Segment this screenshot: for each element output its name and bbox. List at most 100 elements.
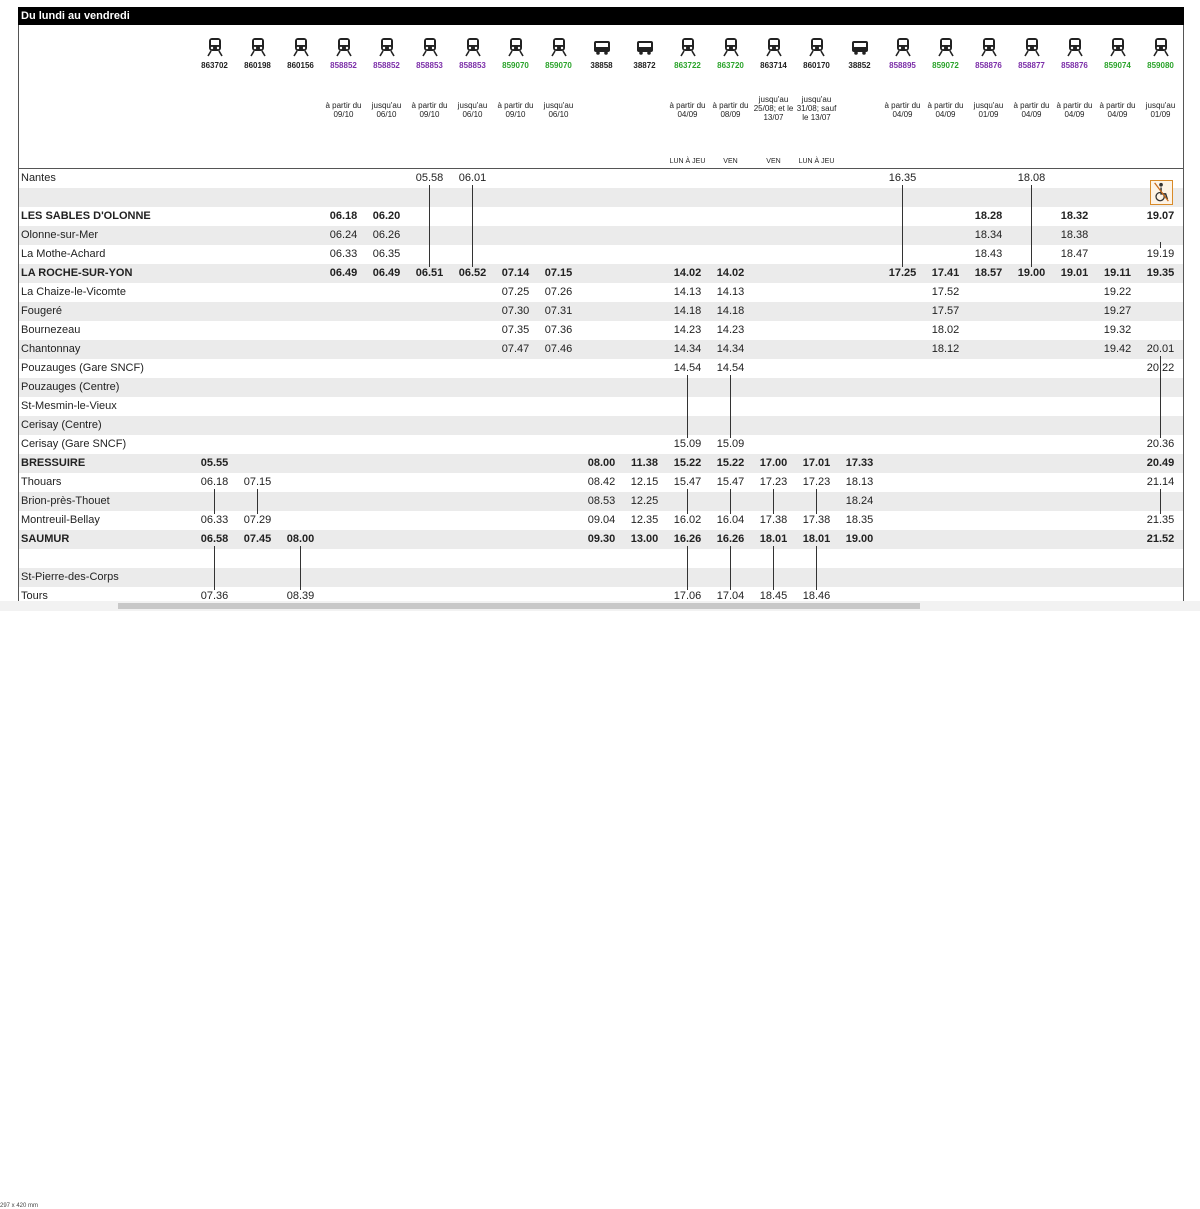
departure-time: 17.00 [759, 457, 788, 469]
train-number: 863714 [760, 61, 787, 70]
station-name: LA ROCHE-SUR-YON [21, 267, 133, 279]
departure-time: 11.38 [631, 457, 658, 469]
departure-time: 21.52 [1146, 533, 1175, 545]
train-column: 858895 à partir du 04/09 [881, 25, 924, 168]
bus-icon [593, 37, 611, 57]
departure-time: 17.57 [931, 305, 960, 317]
train-column: 859080 jusqu'au 01/09 [1139, 25, 1182, 168]
validity-note: à partir du 04/09 [927, 101, 964, 119]
timetable-row: Montreuil-Bellay 06.33 07.29 09.04 12.35 16.0… [19, 511, 1183, 530]
departure-time: 18.34 [974, 229, 1003, 241]
departure-time: 18.13 [845, 476, 874, 488]
departure-time: 07.35 [501, 324, 530, 336]
days-label: LUN À JEU [669, 158, 706, 165]
train-number: 858852 [373, 61, 400, 70]
days-label: LUN À JEU [798, 158, 835, 165]
departure-time: 17.01 [802, 457, 831, 469]
validity-note: jusqu'au 01/09 [1145, 101, 1176, 119]
departure-time: 18.02 [931, 324, 960, 336]
train-number: 858853 [416, 61, 443, 70]
departure-time: 09.04 [587, 514, 616, 526]
departure-time: 18.47 [1060, 248, 1089, 260]
timetable-row: St-Mesmin-le-Vieux [19, 397, 1183, 416]
departure-time: 19.07 [1146, 210, 1175, 222]
timetable-row: LA ROCHE-SUR-YON 06.49 06.49 06.51 06.52 07.1… [19, 264, 1183, 283]
train-number: 863720 [717, 61, 744, 70]
pass-through-line [730, 546, 731, 590]
validity-note: à partir du 04/09 [1013, 101, 1050, 119]
train-icon [808, 37, 826, 57]
departure-time: 14.18 [716, 305, 745, 317]
train-icon [765, 37, 783, 57]
timetable-row: Cerisay (Gare SNCF) 15.09 15.09 20.36 [19, 435, 1183, 454]
departure-time: 14.02 [673, 267, 702, 279]
station-name: Chantonnay [21, 343, 81, 355]
train-icon [550, 37, 568, 57]
departure-time: 07.36 [544, 324, 573, 336]
departure-time: 07.46 [544, 343, 573, 355]
departure-time: 19.01 [1060, 267, 1089, 279]
train-column: 858876 à partir du 04/09 [1053, 25, 1096, 168]
departure-time: 07.25 [501, 286, 530, 298]
station-name: La Chaize-le-Vicomte [21, 286, 126, 298]
departure-time: 15.22 [716, 457, 745, 469]
departure-time: 06.26 [372, 229, 401, 241]
station-name: Pouzauges (Gare SNCF) [21, 362, 144, 374]
train-icon [464, 37, 482, 57]
departure-time: 14.13 [673, 286, 702, 298]
timetable-row: Brion-près-Thouet 08.53 12.25 18.24 [19, 492, 1183, 511]
departure-time: 06.20 [372, 210, 401, 222]
pass-through-line [816, 546, 817, 590]
train-number: 863702 [201, 61, 228, 70]
timetable-row: Cerisay (Centre) [19, 416, 1183, 435]
timetable-row: La Mothe-Achard 06.33 06.35 18.43 18.47 19.19 [19, 245, 1183, 264]
departure-time: 18.35 [845, 514, 874, 526]
departure-time: 06.35 [372, 248, 401, 260]
pass-through-line [816, 489, 817, 514]
horizontal-scrollbar[interactable] [118, 603, 920, 609]
timetable-row: Fougeré 07.30 07.31 14.18 14.18 17.57 19.27 [19, 302, 1183, 321]
train-number: 859072 [932, 61, 959, 70]
validity-note: à partir du 04/09 [669, 101, 706, 119]
train-column: 859072 à partir du 04/09 [924, 25, 967, 168]
station-name: Cerisay (Gare SNCF) [21, 438, 127, 450]
departure-time: 18.32 [1060, 210, 1089, 222]
train-number: 38852 [848, 61, 871, 70]
departure-time: 07.47 [501, 343, 530, 355]
train-column: 858852 à partir du 09/10 [322, 25, 365, 168]
pass-through-line [902, 185, 903, 267]
pass-through-line [687, 546, 688, 590]
train-number: 858876 [975, 61, 1002, 70]
departure-time: 17.52 [931, 286, 960, 298]
train-icon [1023, 37, 1041, 57]
timetable-row [19, 188, 1183, 207]
train-column: 860156 [279, 25, 322, 168]
train-number: 863722 [674, 61, 701, 70]
validity-note: jusqu'au 01/09 [973, 101, 1004, 119]
departure-time: 07.31 [544, 305, 573, 317]
train-column: 858853 jusqu'au 06/10 [451, 25, 494, 168]
station-name: Brion-près-Thouet [21, 495, 110, 507]
station-name: LES SABLES D'OLONNE [21, 210, 151, 222]
station-name: Bournezeau [21, 324, 81, 336]
train-icon [679, 37, 697, 57]
departure-time: 09.30 [587, 533, 616, 545]
pass-through-line [687, 489, 688, 514]
departure-time: 06.49 [329, 267, 358, 279]
departure-time: 12.25 [630, 495, 659, 507]
train-number: 860198 [244, 61, 271, 70]
days-label: VEN [723, 158, 738, 165]
validity-note: à partir du 04/09 [1099, 101, 1136, 119]
departure-time: 19.27 [1103, 305, 1132, 317]
station-name: Olonne-sur-Mer [21, 229, 99, 241]
train-column: 858852 jusqu'au 06/10 [365, 25, 408, 168]
bus-icon [636, 37, 654, 57]
train-column: 859070 à partir du 09/10 [494, 25, 537, 168]
station-name: Thouars [21, 476, 62, 488]
train-number: 859070 [545, 61, 572, 70]
train-number: 860170 [803, 61, 830, 70]
train-column: 38872 [623, 25, 666, 168]
pass-through-line [214, 546, 215, 590]
station-name: BRESSUIRE [21, 457, 86, 469]
station-name: Pouzauges (Centre) [21, 381, 120, 393]
